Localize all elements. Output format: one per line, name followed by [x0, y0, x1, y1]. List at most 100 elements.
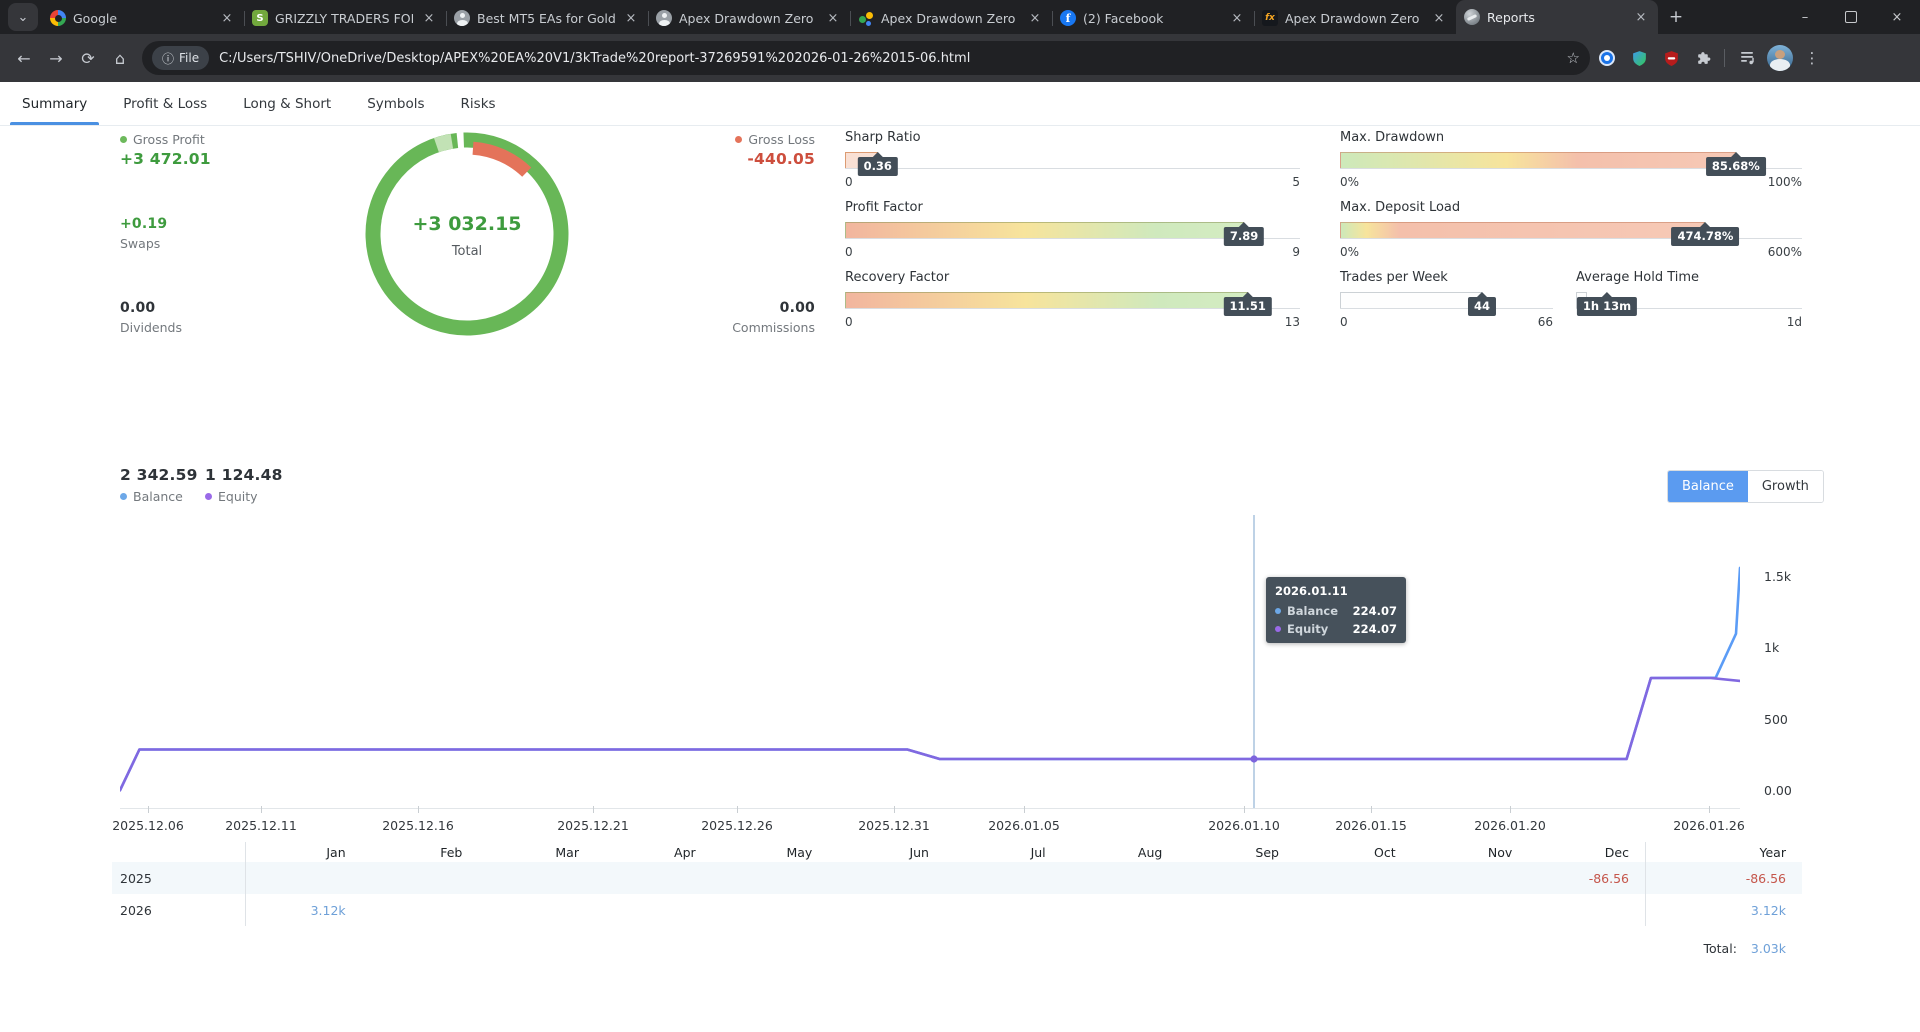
gauge-max: 66: [1538, 315, 1553, 329]
x-axis-label: 2026.01.26: [1673, 818, 1745, 833]
gauge-min: 0%: [1340, 245, 1359, 259]
y-axis-label: 0.00: [1764, 783, 1792, 798]
tooltip-balance-label: Balance: [1287, 604, 1338, 618]
tab-close-icon[interactable]: ×: [824, 9, 842, 27]
chrome-menu-button[interactable]: ⋮: [1797, 43, 1827, 73]
month-header: Mar: [478, 845, 595, 860]
months-header-row: JanFebMarAprMayJunJulAugSepOctNovDecYear: [112, 842, 1802, 862]
growth-toggle-button[interactable]: Growth: [1748, 471, 1823, 502]
gauge-min: 0: [1340, 315, 1348, 329]
file-scheme-chip[interactable]: ⓘ File: [152, 46, 209, 70]
tab-close-icon[interactable]: ×: [420, 9, 438, 27]
month-header: Oct: [1295, 845, 1412, 860]
gauge-max-drawdown: Max. Drawdown 85.68% 0%100%: [1340, 130, 1802, 189]
address-bar[interactable]: ⓘ File C:/Users/TSHIV/OneDrive/Desktop/A…: [142, 41, 1590, 75]
tab-close-icon[interactable]: ×: [1430, 9, 1448, 27]
y-axis-label: 1k: [1764, 640, 1779, 655]
media-controls-icon[interactable]: [1733, 43, 1763, 73]
adblock-shield-icon[interactable]: [1656, 43, 1686, 73]
file-chip-label: File: [179, 51, 199, 65]
gauge-min: 0: [845, 175, 853, 189]
metatrader-favicon-icon: [1464, 9, 1480, 25]
x-axis-label: 2025.12.16: [382, 818, 454, 833]
forward-button[interactable]: →: [40, 42, 72, 74]
month-header: Jun: [828, 845, 945, 860]
close-icon: ×: [1892, 10, 1903, 25]
swaps-label: Swaps: [120, 236, 167, 251]
tab-close-icon[interactable]: ×: [218, 9, 236, 27]
tab-risks[interactable]: Risks: [449, 82, 508, 125]
tab-summary[interactable]: Summary: [10, 82, 99, 125]
balance-toggle-button[interactable]: Balance: [1668, 471, 1748, 502]
gauge-recovery-factor: Recovery Factor 11.51 013: [845, 270, 1300, 329]
gauge-max: 600%: [1768, 245, 1802, 259]
gauge-value-badge: 7.89: [1224, 227, 1264, 246]
x-axis-label: 2025.12.31: [858, 818, 930, 833]
browser-tab-strip: ⌄ Google × GRIZZLY TRADERS FOREX × Best …: [0, 0, 1920, 34]
window-controls: – ×: [1782, 0, 1920, 34]
gauge-min: 0: [845, 245, 853, 259]
gross-loss-value: -440.05: [640, 150, 815, 168]
minimize-button[interactable]: –: [1782, 0, 1828, 34]
tooltip-equity-value: 224.07: [1353, 622, 1397, 636]
x-axis-tick: [1371, 806, 1372, 813]
profile-avatar[interactable]: [1765, 43, 1795, 73]
browser-tab-best-mt5[interactable]: Best MT5 EAs for Gold Tra ×: [446, 2, 648, 34]
gauge-value-badge: 85.68%: [1706, 157, 1766, 176]
swaps-value: +0.19: [120, 216, 167, 232]
x-axis-tick: [1709, 806, 1710, 813]
browser-tab-grizzly[interactable]: GRIZZLY TRADERS FOREX ×: [244, 2, 446, 34]
browser-tab-reports-active[interactable]: Reports ×: [1456, 0, 1658, 34]
gauge-title: Sharp Ratio: [845, 130, 1300, 148]
x-axis-label: 2025.12.06: [112, 818, 184, 833]
tab-close-icon[interactable]: ×: [622, 9, 640, 27]
back-button[interactable]: ←: [8, 42, 40, 74]
maximize-button[interactable]: [1828, 0, 1874, 34]
x-axis-label: 2026.01.10: [1208, 818, 1280, 833]
commissions-value: 0.00: [640, 300, 815, 316]
gauge-average-hold-time: Average Hold Time 1h 13m 1d: [1576, 270, 1802, 329]
balance-label: Balance: [133, 489, 183, 504]
new-tab-button[interactable]: +: [1662, 3, 1690, 31]
groups-favicon-icon: [858, 10, 874, 26]
balance-equity-chart[interactable]: [120, 515, 1740, 808]
tab-symbols[interactable]: Symbols: [355, 82, 436, 125]
tab-long-short[interactable]: Long & Short: [231, 82, 343, 125]
home-button[interactable]: ⌂: [104, 42, 136, 74]
browser-tab-apex-m[interactable]: Apex Drawdown Zero - M ×: [850, 2, 1052, 34]
month-header: Jan: [245, 845, 362, 860]
browser-tab-google[interactable]: Google ×: [42, 2, 244, 34]
x-axis-label: 2025.12.21: [557, 818, 629, 833]
tab-close-icon[interactable]: ×: [1632, 8, 1650, 26]
tab-profit-loss[interactable]: Profit & Loss: [111, 82, 219, 125]
shield-extension-icon[interactable]: [1624, 43, 1654, 73]
x-axis-tick: [418, 806, 419, 813]
browser-tab-facebook[interactable]: (2) Facebook ×: [1052, 2, 1254, 34]
commissions-label: Commissions: [640, 320, 815, 335]
chart-mode-toggle: Balance Growth: [1667, 470, 1824, 503]
bookmark-star-icon[interactable]: ☆: [1567, 49, 1580, 67]
x-axis-label: 2026.01.05: [988, 818, 1060, 833]
equity-stat: 1 124.48 Equity: [205, 466, 283, 504]
tab-close-icon[interactable]: ×: [1026, 9, 1044, 27]
month-header: Dec: [1528, 845, 1645, 860]
gauge-value-badge: 0.36: [858, 157, 898, 176]
gauge-max: 13: [1285, 315, 1300, 329]
year-total-value: 3.12k: [1645, 903, 1802, 918]
url-text[interactable]: C:/Users/TSHIV/OneDrive/Desktop/APEX%20E…: [219, 51, 1558, 66]
reload-button[interactable]: ⟳: [72, 42, 104, 74]
gross-loss-label: Gross Loss: [748, 132, 815, 147]
balance-dot-icon: [120, 493, 127, 500]
gauge-max-deposit-load: Max. Deposit Load 474.78% 0%600%: [1340, 200, 1802, 259]
browser-tab-apex-mt[interactable]: Apex Drawdown Zero MT ×: [648, 2, 850, 34]
google-favicon-icon: [50, 10, 66, 26]
tab-search-button[interactable]: ⌄: [8, 3, 38, 31]
tab-close-icon[interactable]: ×: [1228, 9, 1246, 27]
year-row-2025: 2025-86.56-86.56: [112, 862, 1802, 894]
total-row: Total:3.03k: [112, 936, 1802, 960]
extension-blue-icon[interactable]: [1592, 43, 1622, 73]
browser-tab-apex-liv[interactable]: Apex Drawdown Zero LIV ×: [1254, 2, 1456, 34]
extensions-puzzle-icon[interactable]: [1688, 43, 1718, 73]
close-window-button[interactable]: ×: [1874, 0, 1920, 34]
month-header: Nov: [1412, 845, 1529, 860]
